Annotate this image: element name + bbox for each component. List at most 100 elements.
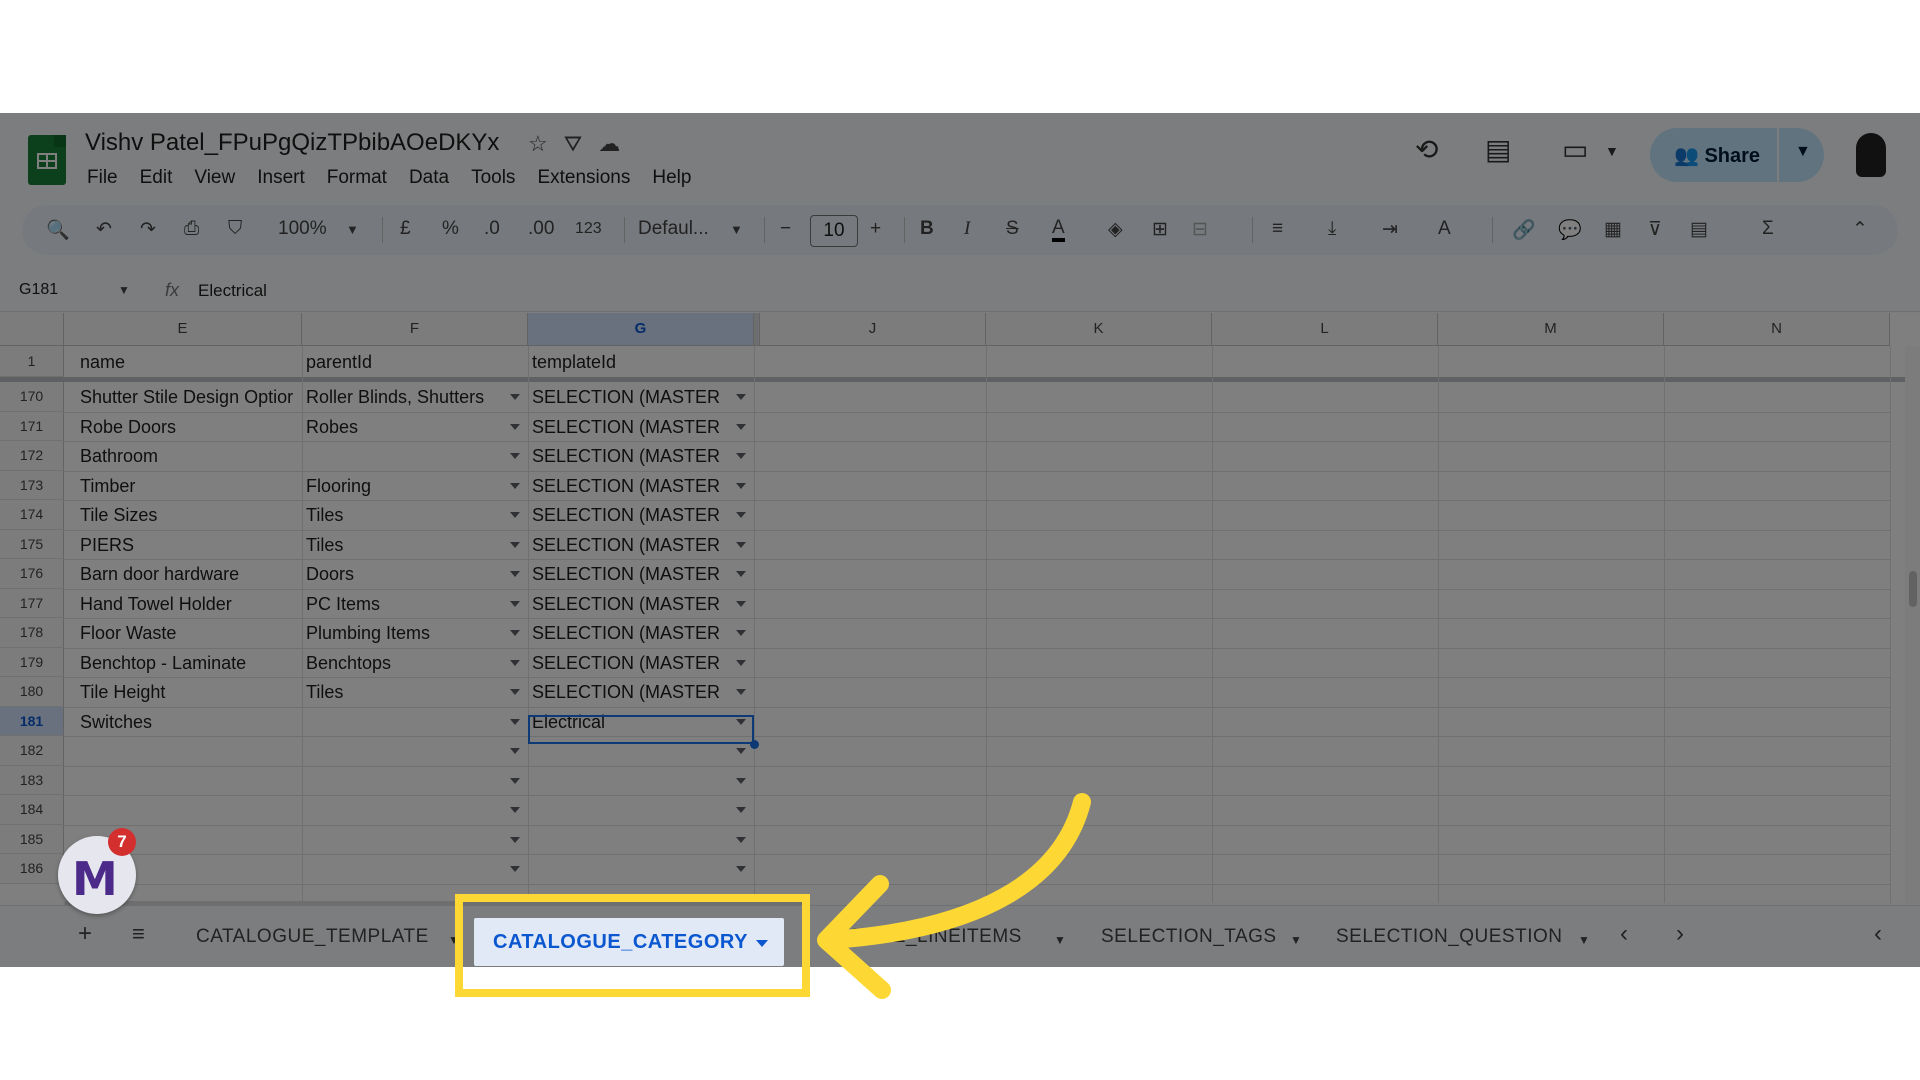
- cell-parentid[interactable]: Flooring: [302, 476, 502, 497]
- cell-parentid[interactable]: Benchtops: [302, 653, 502, 674]
- cell-dropdown-icon[interactable]: [510, 600, 520, 607]
- cell-name[interactable]: Tile Height: [76, 682, 300, 703]
- cell-name[interactable]: Barn door hardware: [76, 564, 300, 585]
- menu-data[interactable]: Data: [409, 167, 449, 189]
- font-dropdown-icon[interactable]: ▼: [730, 222, 743, 237]
- cell-dropdown-icon[interactable]: [510, 689, 520, 695]
- cell-dropdown-icon[interactable]: [736, 512, 746, 518]
- comments-icon[interactable]: ▤: [1485, 133, 1511, 166]
- vertical-scrollbar[interactable]: [1905, 346, 1920, 903]
- cell-parentid[interactable]: Tiles: [302, 535, 502, 556]
- cell-dropdown-icon[interactable]: [510, 718, 520, 725]
- row-header[interactable]: 171: [0, 411, 64, 441]
- text-color-icon[interactable]: A: [1052, 218, 1065, 242]
- increase-font-size-icon[interactable]: +: [870, 218, 881, 240]
- cell-dropdown-icon[interactable]: [510, 571, 520, 577]
- cell-parentid[interactable]: Robes: [302, 417, 502, 438]
- formula-input[interactable]: Electrical: [198, 281, 267, 301]
- currency-format-button[interactable]: £: [400, 218, 411, 240]
- cell-templateid[interactable]: SELECTION (MASTER: [528, 417, 728, 438]
- cell-name[interactable]: Floor Waste: [76, 623, 300, 644]
- row-header[interactable]: 175: [0, 529, 64, 559]
- frozen-row-divider[interactable]: [0, 377, 1905, 382]
- cell-dropdown-icon[interactable]: [510, 659, 520, 666]
- cell-name[interactable]: PIERS: [76, 535, 300, 556]
- cell-dropdown-icon[interactable]: [510, 453, 520, 459]
- cell-dropdown-icon[interactable]: [510, 423, 520, 430]
- menu-file[interactable]: File: [87, 167, 118, 189]
- cell-dropdown-icon[interactable]: [736, 423, 746, 430]
- font-select[interactable]: Defaul...: [638, 218, 709, 240]
- cell-dropdown-icon[interactable]: [736, 659, 746, 666]
- italic-icon[interactable]: I: [964, 218, 970, 240]
- row-header[interactable]: 176: [0, 559, 64, 589]
- cell-parentid[interactable]: Roller Blinds, Shutters: [302, 387, 502, 408]
- paint-format-icon[interactable]: ⛉: [228, 218, 242, 240]
- row-header[interactable]: 183: [0, 765, 64, 795]
- cell-templateid[interactable]: SELECTION (MASTER: [528, 505, 728, 526]
- cell-dropdown-icon[interactable]: [510, 541, 520, 548]
- search-icon[interactable]: 🔍: [46, 218, 70, 242]
- cell-dropdown-icon[interactable]: [736, 482, 746, 489]
- row-header[interactable]: 186: [0, 854, 64, 884]
- cell-templateid[interactable]: SELECTION (MASTER: [528, 476, 728, 497]
- cell-dropdown-icon[interactable]: [736, 777, 746, 784]
- cell-dropdown-icon[interactable]: [510, 866, 520, 872]
- text-wrapping-icon[interactable]: ⇥: [1382, 218, 1398, 241]
- cell-name[interactable]: Bathroom: [76, 446, 300, 467]
- cell-name[interactable]: Robe Doors: [76, 417, 300, 438]
- cell-templateid[interactable]: SELECTION (MASTER: [528, 535, 728, 556]
- cell-parentid[interactable]: Plumbing Items: [302, 623, 502, 644]
- cell-name[interactable]: Shutter Stile Design Optior: [76, 387, 300, 408]
- cell-name[interactable]: Tile Sizes: [76, 505, 300, 526]
- menu-tools[interactable]: Tools: [471, 167, 515, 189]
- share-button[interactable]: 👥 Share ▼: [1650, 128, 1824, 182]
- row-header[interactable]: 174: [0, 500, 64, 530]
- row-header[interactable]: 173: [0, 470, 64, 500]
- cell-parentid[interactable]: Tiles: [302, 682, 502, 703]
- cell-dropdown-icon[interactable]: [736, 836, 746, 843]
- cell-dropdown-icon[interactable]: [736, 394, 746, 400]
- cell-dropdown-icon[interactable]: [510, 512, 520, 518]
- scroll-tabs-right-icon[interactable]: ›: [1676, 920, 1685, 948]
- cell-dropdown-icon[interactable]: [510, 394, 520, 400]
- cell-dropdown-icon[interactable]: [736, 630, 746, 636]
- increase-decimal-button[interactable]: .00: [528, 218, 554, 240]
- cell-templateid[interactable]: SELECTION (MASTER: [528, 682, 728, 703]
- text-rotation-icon[interactable]: A: [1438, 218, 1451, 240]
- fill-handle[interactable]: [750, 740, 759, 749]
- sheet-tab-dropdown-icon[interactable]: ▼: [1290, 933, 1302, 947]
- row-header[interactable]: 184: [0, 795, 64, 825]
- cell-name[interactable]: Switches: [76, 712, 300, 733]
- cell-dropdown-icon[interactable]: [510, 777, 520, 784]
- cell-dropdown-icon[interactable]: [510, 482, 520, 489]
- cell-templateid[interactable]: SELECTION (MASTER: [528, 446, 728, 467]
- cell-name[interactable]: Timber: [76, 476, 300, 497]
- all-sheets-icon[interactable]: ≡: [132, 921, 145, 947]
- sheet-tab-dropdown-icon[interactable]: ▼: [1578, 933, 1590, 947]
- cell-parentid[interactable]: Tiles: [302, 505, 502, 526]
- name-box[interactable]: G181: [19, 281, 58, 299]
- collapse-toolbar-icon[interactable]: ⌃: [1852, 218, 1868, 241]
- menu-edit[interactable]: Edit: [140, 167, 173, 189]
- decrease-font-size-icon[interactable]: −: [780, 218, 791, 240]
- insert-comment-icon[interactable]: 💬: [1558, 218, 1582, 242]
- zoom-select[interactable]: 100%: [278, 218, 327, 240]
- row-header[interactable]: 177: [0, 588, 64, 618]
- version-history-icon[interactable]: ⟲: [1415, 133, 1438, 166]
- row-header[interactable]: 178: [0, 618, 64, 648]
- name-box-dropdown-icon[interactable]: ▼: [118, 283, 130, 297]
- cell-parentid[interactable]: PC Items: [302, 594, 502, 615]
- row-header[interactable]: 185: [0, 824, 64, 854]
- avatar[interactable]: [1856, 133, 1886, 177]
- cell-dropdown-icon[interactable]: [736, 600, 746, 607]
- move-icon[interactable]: ⛛: [564, 131, 582, 157]
- vertical-align-icon[interactable]: ⤓: [1328, 218, 1336, 240]
- header-cell-name[interactable]: name: [76, 352, 300, 373]
- menu-help[interactable]: Help: [652, 167, 691, 189]
- column-header-e[interactable]: E: [64, 313, 302, 346]
- add-sheet-icon[interactable]: +: [78, 920, 93, 948]
- menu-format[interactable]: Format: [327, 167, 387, 189]
- fill-color-icon[interactable]: ◈: [1108, 218, 1123, 241]
- number-format-button[interactable]: 123: [575, 220, 602, 238]
